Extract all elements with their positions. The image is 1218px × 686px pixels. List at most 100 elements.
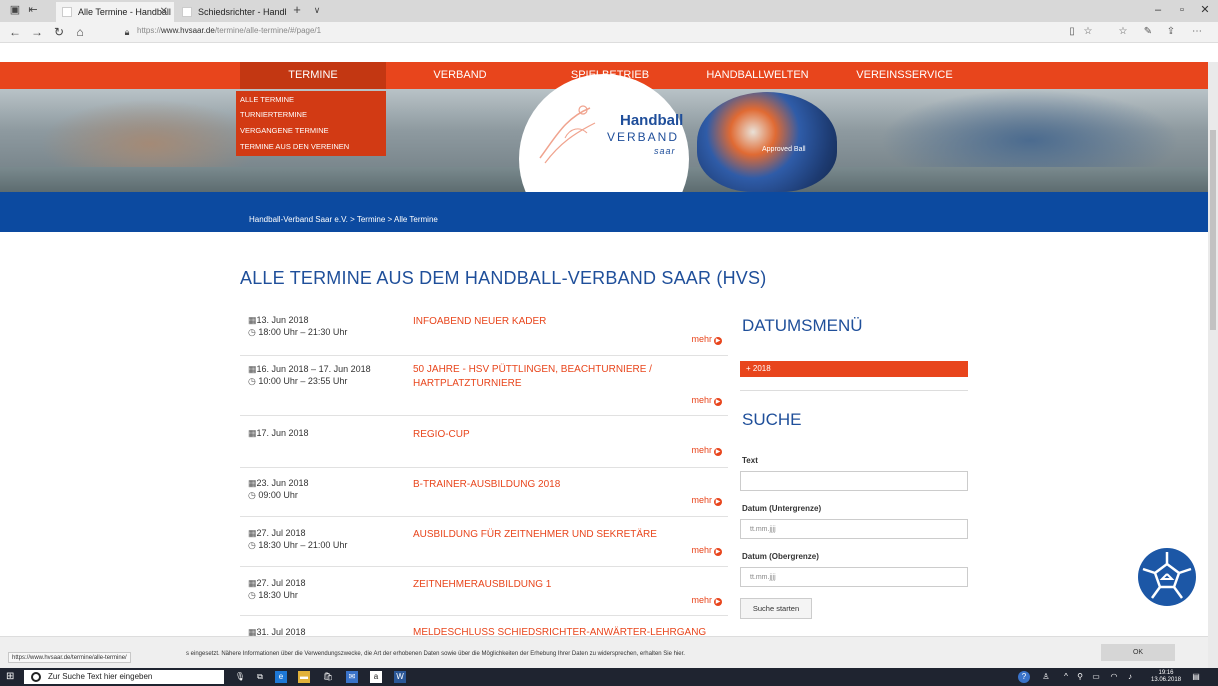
browser-tab-bar: ▣ ⇤ Alle Termine - Handball ✕ Schiedsric… [0,0,1218,22]
taskbar-search-box[interactable]: Zur Suche Text hier eingeben [24,670,224,684]
event-time-text: 10:00 Uhr – 23:55 Uhr [258,376,348,386]
nav-item-handballwelten[interactable]: HANDBALLWELTEN [700,62,815,89]
dropdown-item-termine-aus-vereinen[interactable]: TERMINE AUS DEN VEREINEN [240,142,349,151]
more-link[interactable]: mehr ▶ [691,545,722,556]
edge-browser-icon[interactable]: e [275,671,287,683]
event-date: ▦16. Jun 2018 – 17. Jun 2018 [248,364,371,375]
nav-item-verband[interactable]: VERBAND [420,62,500,89]
arrow-right-icon: ▶ [714,337,722,345]
text-label: Text [742,456,758,465]
calendar-icon: ▦ [248,364,257,374]
refresh-icon[interactable]: ↻ [52,25,66,39]
microphone-icon[interactable]: 🎙︎ [234,671,246,683]
date-lower-label: Datum (Untergrenze) [742,504,822,513]
battery-icon[interactable]: ▭ [1090,671,1102,683]
more-link[interactable]: mehr ▶ [691,495,722,506]
logo-text-handball: Handball [620,112,684,129]
event-title-link[interactable]: REGIO-CUP [413,428,470,442]
tab-actions-icon[interactable]: ▣ [8,3,22,17]
event-title-link[interactable]: ZEITNEHMERAUSBILDUNG 1 [413,578,551,592]
home-icon[interactable]: ⌂ [73,25,87,39]
more-link[interactable]: mehr ▶ [691,595,722,606]
event-title-link-line2[interactable]: HARTPLATZTURNIERE [413,377,522,391]
arrow-right-icon: ▶ [714,548,722,556]
amazon-icon[interactable]: a [370,671,382,683]
date-upper-input[interactable]: tt.mm.jjjj [740,567,968,587]
dropdown-item-alle-termine[interactable]: ALLE TERMINE [240,95,294,104]
date-upper-label: Datum (Obergrenze) [742,552,819,561]
favorite-star-icon[interactable]: ☆ [1081,25,1095,39]
event-time: ◷ 18:30 Uhr – 21:00 Uhr [248,540,347,551]
tab-list-chevron-icon[interactable]: ∨ [310,3,324,17]
tab-alle-termine[interactable]: Alle Termine - Handball ✕ [56,2,174,22]
more-link[interactable]: mehr ▶ [691,445,722,456]
dropdown-item-turniertermine[interactable]: TURNIERTERMINE [240,110,307,119]
task-view-icon[interactable]: ⧉ [254,671,266,683]
termine-dropdown-menu: ALLE TERMINE TURNIERTERMINE VERGANGENE T… [236,91,386,156]
file-explorer-icon[interactable]: ▬ [298,671,310,683]
dropdown-item-vergangene-termine[interactable]: VERGANGENE TERMINE [240,126,329,135]
app-icon[interactable]: ✉ [346,671,358,683]
minimize-icon[interactable]: – [1150,3,1166,17]
taskbar-search-placeholder: Zur Suche Text hier eingeben [48,672,153,681]
event-row: ▦31. Jul 2018 MELDESCHLUSS SCHIEDSRICHTE… [240,616,728,638]
event-time: ◷ 18:30 Uhr [248,590,298,601]
event-date-text: 27. Jul 2018 [256,578,306,588]
search-button[interactable]: Suche starten [740,598,812,619]
more-icon[interactable]: ⋯ [1190,25,1204,39]
reading-view-icon[interactable]: ▯ [1065,25,1079,39]
people-icon[interactable]: ♙ [1040,671,1052,683]
word-icon[interactable]: W [394,671,406,683]
forward-icon[interactable]: → [30,25,44,39]
more-link[interactable]: mehr ▶ [691,395,722,406]
back-icon[interactable]: ← [8,25,22,39]
new-tab-button[interactable]: + [290,3,304,17]
tab-schiedsrichter[interactable]: Schiedsrichter - Handball-V [176,2,286,22]
maximize-icon[interactable]: ▫ [1174,3,1190,17]
store-icon[interactable]: 🛍︎ [322,671,334,683]
handball-badge-icon[interactable] [1138,548,1196,606]
share-icon[interactable]: ⇪ [1164,25,1178,39]
calendar-icon: ▦ [248,578,257,588]
event-date-text: 27. Jul 2018 [256,528,306,538]
windows-start-icon[interactable]: ⊞ [6,672,16,682]
favorites-hub-icon[interactable]: ☆ [1116,25,1130,39]
event-row: ▦23. Jun 2018 ◷ 09:00 Uhr B-TRAINER-AUSB… [240,468,728,517]
pen-icon[interactable]: ✎ [1141,25,1155,39]
event-title-link[interactable]: INFOABEND NEUER KADER [413,315,546,329]
help-icon[interactable]: ? [1018,671,1030,683]
clock-icon: ◷ [248,327,256,337]
notifications-icon[interactable]: ▤ [1190,671,1202,683]
set-aside-tabs-icon[interactable]: ⇤ [26,3,40,17]
status-url-tooltip: https://www.hvsaar.de/termine/alle-termi… [8,652,131,663]
event-title-link[interactable]: 50 JAHRE - HSV PÜTTLINGEN, BEACHTURNIERE… [413,363,652,377]
more-label: mehr [691,395,712,405]
event-time: ◷ 09:00 Uhr [248,490,298,501]
url-field[interactable]: https://www.hvsaar.de/termine/alle-termi… [137,26,321,35]
year-2018-toggle[interactable]: + 2018 [740,361,968,377]
handball-pattern-icon [1142,552,1192,599]
volume-icon[interactable]: ♪ [1124,671,1136,683]
scrollbar-thumb[interactable] [1210,130,1216,330]
tray-chevron-icon[interactable]: ^ [1060,671,1072,683]
event-date: ▦13. Jun 2018 [248,315,309,326]
event-time-text: 18:30 Uhr – 21:00 Uhr [258,540,348,550]
cookie-ok-button[interactable]: OK [1101,644,1175,661]
close-tab-icon[interactable]: ✕ [160,2,168,22]
nav-item-vereinsservice[interactable]: VEREINSSERVICE [852,62,957,89]
wifi-icon[interactable]: ◠ [1108,671,1120,683]
nav-item-termine[interactable]: TERMINE [240,62,386,89]
url-domain: www.hvsaar.de [161,26,215,35]
close-window-icon[interactable]: ✕ [1197,3,1213,17]
search-text-input[interactable] [740,471,968,491]
breadcrumb[interactable]: Handball-Verband Saar e.V. > Termine > A… [249,215,438,224]
event-title-link[interactable]: B-TRAINER-AUSBILDUNG 2018 [413,478,560,492]
date-lower-input[interactable]: tt.mm.jjjj [740,519,968,539]
clock-date: 13.06.2018 [1151,677,1182,683]
taskbar-clock[interactable]: 19:16 13.06.2018 [1151,670,1181,684]
search-heading: SUCHE [742,410,802,429]
logo-text-saar: saar [654,146,676,156]
more-link[interactable]: mehr ▶ [691,334,722,345]
event-title-link[interactable]: AUSBILDUNG FÜR ZEITNEHMER UND SEKRETÄRE [413,528,657,542]
network-icon[interactable]: ⚲ [1074,671,1086,683]
